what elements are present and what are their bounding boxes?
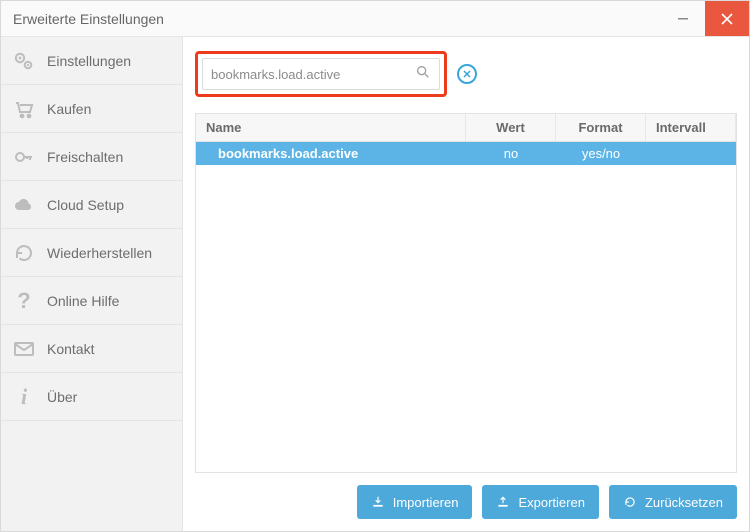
th-wert[interactable]: Wert (466, 114, 556, 141)
cell-wert: no (466, 142, 556, 165)
export-button[interactable]: Exportieren (482, 485, 598, 519)
sidebar-item-freischalten[interactable]: Freischalten (1, 133, 182, 181)
minimize-button[interactable] (661, 1, 705, 36)
search-icon[interactable] (415, 64, 431, 85)
clear-search-button[interactable]: ✕ (457, 64, 477, 84)
search-input[interactable] (211, 67, 415, 82)
th-intervall[interactable]: Intervall (646, 114, 736, 141)
sidebar-item-kaufen[interactable]: Kaufen (1, 85, 182, 133)
table-header: Name Wert Format Intervall (196, 114, 736, 142)
search-field-wrapper (202, 58, 440, 90)
x-icon: ✕ (462, 68, 471, 81)
sidebar-item-wiederherstellen[interactable]: Wiederherstellen (1, 229, 182, 277)
sidebar-item-label: Online Hilfe (47, 293, 119, 309)
close-button[interactable] (705, 1, 749, 36)
main-panel: ✕ Name Wert Format Intervall bookmarks.l… (183, 37, 749, 531)
import-button[interactable]: Importieren (357, 485, 473, 519)
button-label: Exportieren (518, 495, 584, 510)
cell-intervall (646, 142, 736, 165)
sidebar: Einstellungen Kaufen Freischalten Cloud … (1, 37, 183, 531)
info-icon: i (11, 384, 37, 410)
sidebar-item-label: Cloud Setup (47, 197, 124, 213)
reset-icon (623, 495, 637, 509)
reset-button[interactable]: Zurücksetzen (609, 485, 737, 519)
envelope-icon (11, 336, 37, 362)
sidebar-item-label: Freischalten (47, 149, 123, 165)
button-label: Zurücksetzen (645, 495, 723, 510)
sidebar-item-einstellungen[interactable]: Einstellungen (1, 37, 182, 85)
gears-icon (11, 48, 37, 74)
sidebar-item-label: Kaufen (47, 101, 91, 117)
question-icon: ? (11, 288, 37, 314)
table-body: bookmarks.load.active no yes/no (196, 142, 736, 472)
close-icon (721, 13, 733, 25)
table-row[interactable]: bookmarks.load.active no yes/no (196, 142, 736, 165)
minimize-icon (677, 13, 689, 25)
sidebar-item-label: Über (47, 389, 77, 405)
search-highlight (195, 51, 447, 97)
sidebar-item-label: Kontakt (47, 341, 94, 357)
window-controls (661, 1, 749, 36)
sidebar-item-cloud-setup[interactable]: Cloud Setup (1, 181, 182, 229)
cell-name: bookmarks.load.active (196, 142, 466, 165)
sidebar-item-label: Wiederherstellen (47, 245, 152, 261)
import-icon (371, 495, 385, 509)
window-title: Erweiterte Einstellungen (13, 11, 661, 27)
th-name[interactable]: Name (196, 114, 466, 141)
cell-format: yes/no (556, 142, 646, 165)
sidebar-item-ueber[interactable]: i Über (1, 373, 182, 421)
th-format[interactable]: Format (556, 114, 646, 141)
button-label: Importieren (393, 495, 459, 510)
export-icon (496, 495, 510, 509)
sidebar-item-label: Einstellungen (47, 53, 131, 69)
cart-icon (11, 96, 37, 122)
restore-icon (11, 240, 37, 266)
sidebar-item-kontakt[interactable]: Kontakt (1, 325, 182, 373)
settings-table: Name Wert Format Intervall bookmarks.loa… (195, 113, 737, 473)
sidebar-item-online-hilfe[interactable]: ? Online Hilfe (1, 277, 182, 325)
key-icon (11, 144, 37, 170)
titlebar: Erweiterte Einstellungen (1, 1, 749, 37)
button-row: Importieren Exportieren Zurücksetzen (195, 473, 737, 519)
search-row: ✕ (195, 51, 737, 97)
cloud-icon (11, 192, 37, 218)
